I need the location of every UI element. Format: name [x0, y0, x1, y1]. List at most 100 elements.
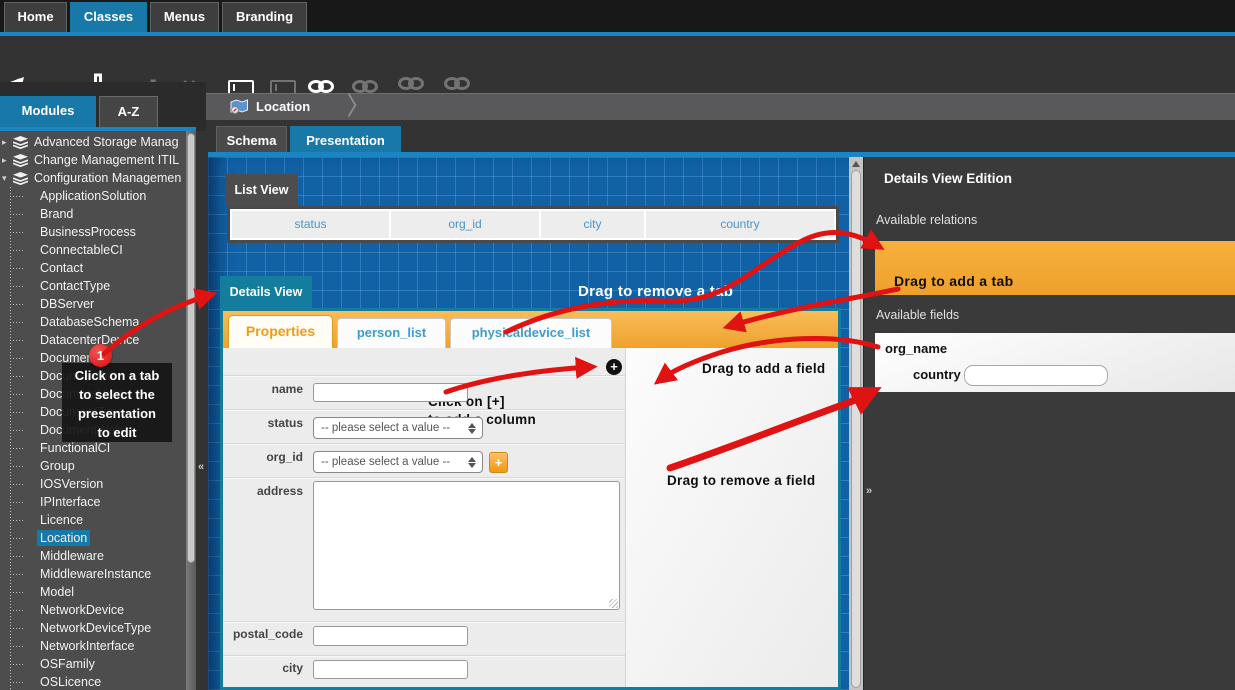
canvas-scrollbar-thumb[interactable]: [851, 170, 861, 688]
form-row-separator: [223, 443, 625, 444]
tree-class-item-networkdevicetype[interactable]: NetworkDeviceType: [0, 619, 186, 637]
scroll-up-icon[interactable]: [852, 161, 860, 167]
annotation-add-field: Drag to add a field: [702, 361, 825, 376]
tab-person-list[interactable]: person_list: [337, 318, 446, 348]
tree-module-item[interactable]: ▸Advanced Storage Manag: [0, 133, 186, 151]
select-spinner-icon[interactable]: [468, 422, 477, 435]
tree-class-item-oslicence[interactable]: OSLicence: [0, 673, 186, 690]
field-label-name: name: [223, 382, 303, 396]
tree-class-item-brand[interactable]: Brand: [0, 205, 186, 223]
form-row-separator: [223, 375, 625, 376]
field-textarea-address[interactable]: [313, 481, 620, 610]
top-nav-bar: HomeClassesMenusBranding: [0, 0, 1235, 32]
collapse-right-icon[interactable]: »: [866, 485, 872, 497]
sidebar-tab-a-z[interactable]: A-Z: [99, 96, 158, 127]
tree-class-item-licence[interactable]: Licence: [0, 511, 186, 529]
tab-schema[interactable]: Schema: [216, 126, 287, 155]
sidebar-splitter[interactable]: «: [196, 131, 208, 690]
details-form: + Click on [+] to add a column Drag to a…: [223, 348, 838, 687]
tab-physicaldevice-list[interactable]: physicaldevice_list: [450, 318, 612, 348]
form-row-separator: [223, 477, 625, 478]
toolbar: ▾✚✖✚✖✚✖✚✖: [0, 36, 1235, 82]
step-badge: 1: [89, 344, 112, 367]
tree-module-item[interactable]: ▾Configuration Managemen: [0, 169, 186, 187]
details-form-empty-column: [625, 348, 838, 687]
select-spinner-icon[interactable]: [468, 456, 477, 469]
tree-class-item-location[interactable]: Location: [0, 529, 186, 547]
field-label-city: city: [223, 661, 303, 675]
tree-class-item-networkinterface[interactable]: NetworkInterface: [0, 637, 186, 655]
tree-class-item-osfamily[interactable]: OSFamily: [0, 655, 186, 673]
tree-class-item-group[interactable]: Group: [0, 457, 186, 475]
tree-class-item-businessprocess[interactable]: BusinessProcess: [0, 223, 186, 241]
drag-to-add-tab-source[interactable]: Drag to add a tab: [875, 241, 1235, 295]
tab-properties[interactable]: Properties: [228, 315, 333, 348]
list-view-tab[interactable]: List View: [225, 174, 298, 206]
details-view-edition-panel: » Details View Edition Available relatio…: [863, 157, 1235, 690]
tree-class-item-contacttype[interactable]: ContactType: [0, 277, 186, 295]
details-view-tab[interactable]: Details View: [220, 276, 312, 308]
sidebar-tab-modules[interactable]: Modules: [0, 96, 96, 127]
tree-module-item[interactable]: ▸Change Management ITIL: [0, 151, 186, 169]
expanded-arrow-icon[interactable]: ▾: [2, 169, 7, 187]
field-country-input[interactable]: [964, 365, 1108, 386]
tree-class-item-applicationsolution[interactable]: ApplicationSolution: [0, 187, 186, 205]
field-input-city[interactable]: [313, 660, 468, 679]
tree-class-item-middleware[interactable]: Middleware: [0, 547, 186, 565]
breadcrumb-label: Location: [256, 99, 310, 114]
add-org_id-button[interactable]: +: [489, 452, 508, 473]
details-view-widget: Properties person_list physicaldevice_li…: [220, 308, 841, 690]
panel-title: Details View Edition: [884, 171, 1012, 186]
tree-class-item-ipinterface[interactable]: IPInterface: [0, 493, 186, 511]
available-fields-list: org_name country: [875, 333, 1235, 392]
tooltip-line: presentation: [62, 404, 172, 423]
breadcrumb-item-location[interactable]: Location: [224, 94, 310, 121]
list-column-org_id[interactable]: org_id: [391, 211, 539, 238]
tree-class-item-iosversion[interactable]: IOSVersion: [0, 475, 186, 493]
field-org-name[interactable]: org_name: [885, 341, 947, 356]
list-column-status[interactable]: status: [232, 211, 389, 238]
breadcrumb: Location: [206, 93, 1235, 120]
list-view-widget: statusorg_idcitycountry: [227, 206, 839, 243]
tooltip-line: Click on a tab: [62, 366, 172, 385]
annotation-remove-tab: Drag to remove a tab: [578, 283, 733, 300]
top-tab-branding[interactable]: Branding: [222, 2, 307, 32]
list-column-city[interactable]: city: [541, 211, 644, 238]
collapsed-arrow-icon[interactable]: ▸: [2, 151, 7, 169]
field-label-address: address: [223, 484, 303, 498]
field-country-label[interactable]: country: [913, 367, 961, 382]
tree-class-item-middlewareinstance[interactable]: MiddlewareInstance: [0, 565, 186, 583]
collapse-left-icon[interactable]: «: [198, 461, 204, 473]
breadcrumb-chevron-icon: [342, 93, 357, 118]
list-column-country[interactable]: country: [646, 211, 834, 238]
help-tooltip: Click on a tabto select thepresentationt…: [62, 363, 172, 442]
tree-scrollbar-thumb[interactable]: [187, 133, 195, 563]
field-select-status[interactable]: -- please select a value --: [313, 417, 483, 439]
tree-class-item-networkdevice[interactable]: NetworkDevice: [0, 601, 186, 619]
add-column-button[interactable]: +: [606, 359, 622, 375]
field-label-status: status: [223, 416, 303, 430]
form-row-separator: [223, 655, 625, 656]
available-fields-label: Available fields: [876, 308, 959, 322]
field-label-org_id: org_id: [223, 450, 303, 464]
top-tab-classes[interactable]: Classes: [70, 2, 147, 32]
tree-class-item-dbserver[interactable]: DBServer: [0, 295, 186, 313]
tree-class-item-connectableci[interactable]: ConnectableCI: [0, 241, 186, 259]
tree-class-item-contact[interactable]: Contact: [0, 259, 186, 277]
tree-scrollbar[interactable]: [186, 131, 196, 690]
form-row-separator: [223, 409, 625, 410]
field-input-postal_code[interactable]: [313, 626, 468, 646]
top-tab-home[interactable]: Home: [4, 2, 67, 32]
form-row-separator: [223, 621, 625, 622]
canvas-scrollbar[interactable]: [849, 157, 863, 690]
field-select-org_id[interactable]: -- please select a value --: [313, 451, 483, 473]
available-relations-label: Available relations: [876, 213, 977, 227]
annotation-remove-field: Drag to remove a field: [667, 473, 815, 488]
field-input-name[interactable]: [313, 383, 468, 402]
tab-presentation[interactable]: Presentation: [290, 126, 401, 155]
tree-class-item-model[interactable]: Model: [0, 583, 186, 601]
top-tab-menus[interactable]: Menus: [150, 2, 219, 32]
annotation-drag-add-tab: Drag to add a tab: [894, 273, 1013, 289]
collapsed-arrow-icon[interactable]: ▸: [2, 133, 7, 151]
tree-class-item-databaseschema[interactable]: DatabaseSchema: [0, 313, 186, 331]
